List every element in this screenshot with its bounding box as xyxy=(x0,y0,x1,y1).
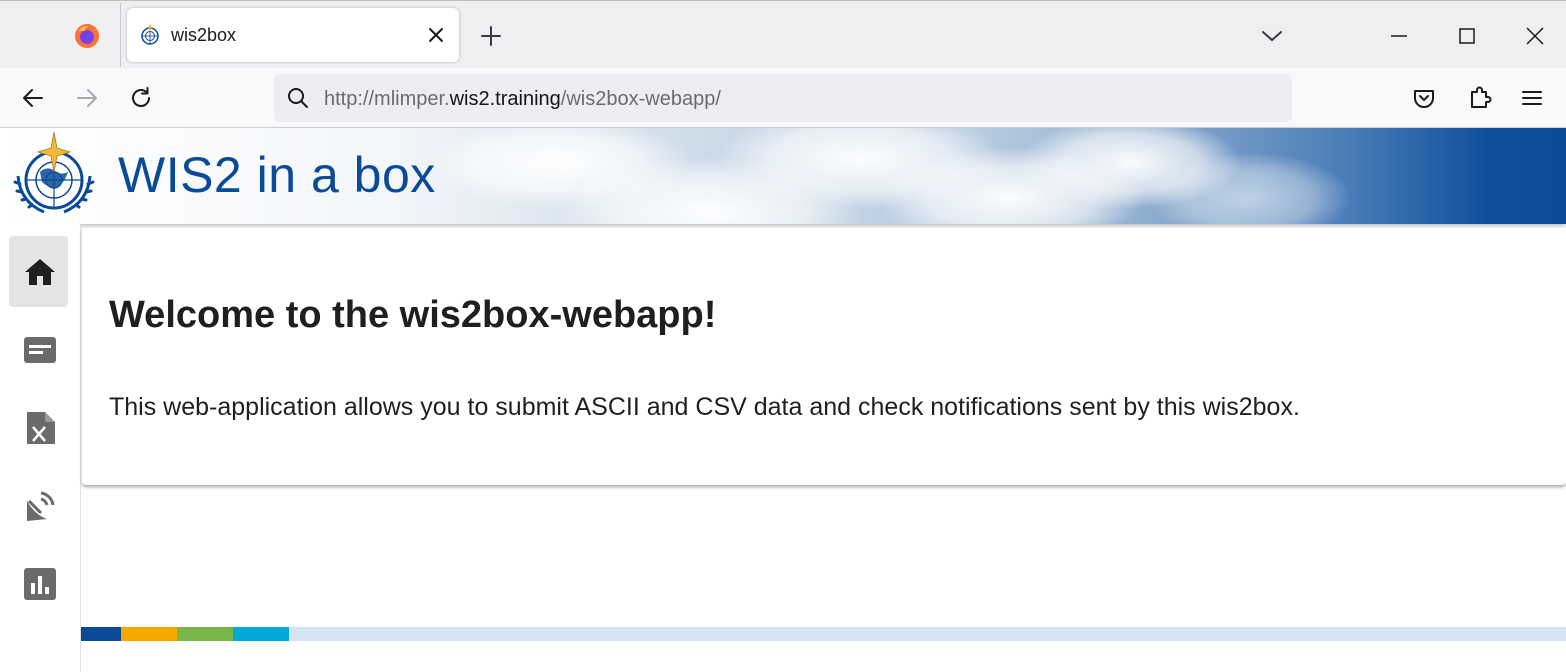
close-window-icon[interactable] xyxy=(1522,23,1548,49)
url-bar[interactable]: http://mlimper.wis2.training/wis2box-web… xyxy=(274,74,1292,122)
app-title: WIS2 in a box xyxy=(118,147,436,203)
firefox-icon[interactable] xyxy=(74,23,100,49)
footer-segment-blue xyxy=(81,627,121,641)
close-tab-icon[interactable] xyxy=(423,22,449,48)
tab-separator xyxy=(120,3,121,67)
wmo-logo[interactable] xyxy=(10,132,98,220)
browser-tab-wis2box[interactable]: wis2box xyxy=(127,8,459,62)
sidebar-item-monitoring[interactable] xyxy=(9,548,68,619)
reload-icon[interactable] xyxy=(128,85,154,111)
wmo-favicon-icon xyxy=(141,24,159,45)
url-text: http://mlimper.wis2.training/wis2box-web… xyxy=(324,88,721,111)
url-host: wis2.training xyxy=(449,88,561,110)
url-path: /wis2box-webapp/ xyxy=(560,88,721,110)
sidebar-nav xyxy=(0,224,81,672)
footer-color-bar xyxy=(81,627,1566,641)
extensions-puzzle-icon[interactable] xyxy=(1466,83,1494,111)
browser-tab-bar: wis2box xyxy=(0,0,1566,68)
bar-chart-icon xyxy=(24,568,56,600)
pocket-icon[interactable] xyxy=(1411,85,1437,111)
welcome-card: Welcome to the wis2box-webapp! This web-… xyxy=(82,228,1566,485)
satellite-dish-icon xyxy=(27,491,55,521)
welcome-heading: Welcome to the wis2box-webapp! xyxy=(109,294,717,336)
new-tab-icon[interactable] xyxy=(478,23,504,49)
chevron-down-icon[interactable] xyxy=(1258,23,1286,49)
search-icon xyxy=(288,88,308,108)
app-banner: WIS2 in a box xyxy=(0,128,1566,224)
home-icon xyxy=(25,259,55,285)
sidebar-item-home[interactable] xyxy=(9,236,68,307)
csv-file-icon xyxy=(27,412,55,444)
footer-segment-green xyxy=(177,627,233,641)
hamburger-menu-icon[interactable] xyxy=(1519,85,1545,111)
footer-segment-orange xyxy=(121,627,177,641)
browser-nav-bar: http://mlimper.wis2.training/wis2box-web… xyxy=(0,68,1566,128)
url-prefix: http://mlimper. xyxy=(324,88,450,110)
message-icon xyxy=(24,337,56,363)
maximize-window-icon[interactable] xyxy=(1454,23,1480,49)
forward-arrow-icon[interactable] xyxy=(74,85,100,111)
tab-title: wis2box xyxy=(171,25,237,45)
back-arrow-icon[interactable] xyxy=(20,85,46,111)
sidebar-item-messages[interactable] xyxy=(9,314,68,385)
minimize-window-icon[interactable] xyxy=(1386,23,1412,49)
welcome-description: This web-application allows you to submi… xyxy=(109,393,1300,421)
footer-segment-cyan xyxy=(233,627,289,641)
sidebar-item-stations[interactable] xyxy=(9,470,68,541)
sidebar-item-csv-upload[interactable] xyxy=(9,392,68,463)
